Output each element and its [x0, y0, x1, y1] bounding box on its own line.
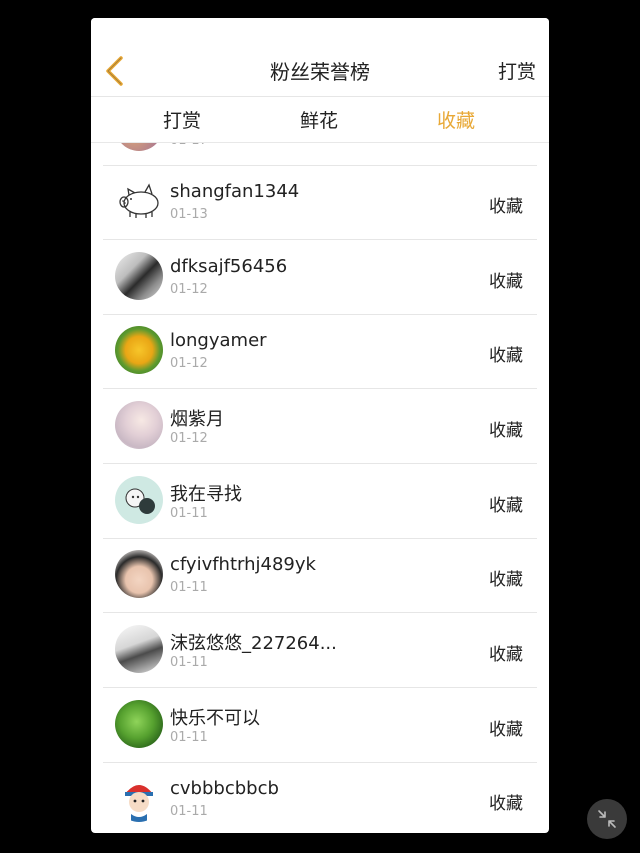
item-username: 沫弦悠悠_227264...	[170, 633, 337, 654]
avatar	[115, 401, 163, 449]
avatar	[115, 625, 163, 673]
avatar	[115, 476, 163, 524]
list-item: 我在寻找 01-11 收藏	[103, 464, 537, 539]
avatar	[115, 550, 163, 598]
collapse-arrows-icon	[598, 810, 616, 828]
tab-bar: 打赏 鲜花 收藏	[91, 97, 549, 143]
item-date: 01-12	[170, 356, 208, 371]
item-action[interactable]: 收藏	[489, 565, 523, 590]
item-username: 烟紫月	[170, 409, 224, 430]
navigation-bar: 粉丝荣誉榜 打赏	[91, 18, 549, 97]
tab-reward[interactable]: 打赏	[122, 106, 242, 133]
item-date: 01-11	[170, 804, 208, 819]
item-date: 01-11	[170, 730, 208, 745]
item-username: dfksajf56456	[170, 256, 288, 277]
item-username: longyamer	[170, 330, 267, 351]
avatar	[115, 774, 163, 822]
item-username: 快乐不可以	[170, 708, 260, 729]
tab-favorites[interactable]: 收藏	[396, 106, 516, 133]
pig-outline-icon	[115, 177, 163, 225]
item-date: 01-11	[170, 580, 208, 595]
item-action[interactable]: 收藏	[489, 789, 523, 814]
item-date: 01-12	[170, 431, 208, 446]
item-action[interactable]: 收藏	[489, 341, 523, 366]
list-item: 快乐不可以 01-11 收藏	[103, 688, 537, 763]
fans-list[interactable]: 01-17 shangfan1344 01-13 收藏	[91, 143, 549, 833]
item-username: cvbbbcbbcb	[170, 778, 279, 799]
avatar	[115, 177, 163, 225]
list-item: cfyivfhtrhj489yk 01-11 收藏	[103, 538, 537, 613]
item-action[interactable]: 收藏	[489, 192, 523, 217]
list-item: 烟紫月 01-12 收藏	[103, 389, 537, 464]
exit-fullscreen-button[interactable]	[587, 799, 627, 839]
item-date: 01-11	[170, 506, 208, 521]
item-date: 01-12	[170, 282, 208, 297]
list-item: 01-17	[103, 143, 537, 166]
reward-button[interactable]: 打赏	[498, 57, 536, 84]
page-title: 粉丝荣誉榜	[270, 60, 370, 84]
item-action[interactable]: 收藏	[489, 715, 523, 740]
item-date: 01-17	[170, 143, 208, 148]
item-username: shangfan1344	[170, 181, 300, 202]
avatar	[115, 326, 163, 374]
item-action[interactable]: 收藏	[489, 416, 523, 441]
item-username: 我在寻找	[170, 484, 242, 505]
item-action[interactable]: 收藏	[489, 267, 523, 292]
item-date: 01-11	[170, 655, 208, 670]
cartoon-heads-icon	[125, 488, 155, 514]
list-item: longyamer 01-12 收藏	[103, 314, 537, 389]
item-action[interactable]: 收藏	[489, 640, 523, 665]
list-item: dfksajf56456 01-12 收藏	[103, 240, 537, 315]
item-username: cfyivfhtrhj489yk	[170, 554, 316, 575]
item-action[interactable]: 收藏	[489, 491, 523, 516]
avatar	[115, 143, 163, 151]
item-date: 01-13	[170, 207, 208, 222]
list-item: shangfan1344 01-13 收藏	[103, 165, 537, 240]
fans-honor-panel: 粉丝荣誉榜 打赏 打赏 鲜花 收藏 01-17	[91, 18, 549, 833]
list-item: cvbbbcbbcb 01-11 收藏	[103, 762, 537, 833]
cartoon-child-icon	[125, 785, 153, 822]
list-item: 沫弦悠悠_227264... 01-11 收藏	[103, 613, 537, 688]
avatar	[115, 252, 163, 300]
avatar	[115, 700, 163, 748]
tab-flowers[interactable]: 鲜花	[259, 106, 379, 133]
